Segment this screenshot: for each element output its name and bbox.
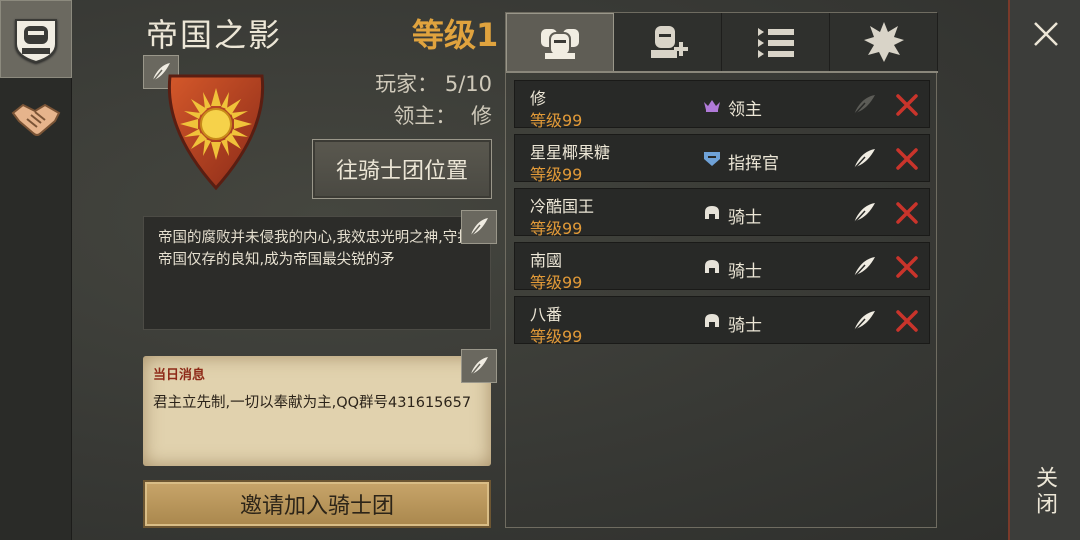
edit-member-quill-icon[interactable] [851,255,877,279]
crown-icon [703,97,721,113]
quill-icon [470,218,488,237]
tab-list[interactable] [722,13,830,71]
member-name: 星星椰果糖 [530,143,611,162]
member-name: 修 [530,89,547,108]
tab-recruit[interactable] [614,13,722,71]
notice-title: 当日消息 [153,368,206,383]
tab-members[interactable] [506,13,614,73]
edit-description-button[interactable] [461,210,497,244]
close-column[interactable]: 关闭 [1008,0,1080,540]
recruit-knight-icon [650,26,688,58]
member-level: 等级99 [530,111,583,130]
edit-member-quill-icon[interactable] [851,201,877,225]
list-icon [757,28,794,58]
guild-level: 等级1 [412,16,499,54]
invite-to-guild-button[interactable]: 邀请加入骑士团 [143,480,491,528]
member-role: 指挥官 [728,154,779,174]
helmet-icon [703,259,721,275]
quill-icon [470,357,488,376]
helmet-icon [703,205,721,221]
guild-name: 帝国之影 [146,16,283,54]
players-value: 5/10 [444,72,492,96]
notice-text: 君主立先制,一切以奉献为主,QQ群号431615657 [153,395,472,411]
member-level: 等级99 [530,219,583,238]
remove-member-icon[interactable] [895,255,919,279]
remove-member-icon[interactable] [895,147,919,171]
lord-value: 修 [471,104,492,128]
member-row[interactable]: 星星椰果糖等级99 指挥官 [514,134,930,184]
lord-label: 领主： [393,104,457,128]
member-row[interactable]: 南國等级99 骑士 [514,242,930,292]
member-level: 等级99 [530,327,583,346]
tab-underline [506,71,938,73]
guild-description: 帝国的腐败并未侵我的内心,我效忠光明之神,守护帝国仅存的良知,成为帝国最尖锐的矛 [143,216,491,330]
panel-tabs [506,13,938,73]
remove-member-icon[interactable] [895,201,919,225]
guild-description-text: 帝国的腐败并未侵我的内心,我效忠光明之神,守护帝国仅存的良知,成为帝国最尖锐的矛 [158,230,472,268]
players-count-line: 玩家： 5/10 [375,68,492,98]
guild-shield-icon [15,19,57,64]
member-level: 等级99 [530,165,583,184]
member-role: 骑士 [728,208,762,228]
goto-guild-location-button[interactable]: 往骑士团位置 [312,139,492,199]
emblem-star-icon [863,22,904,62]
left-rail [0,0,72,540]
member-name: 八番 [530,305,563,324]
players-label: 玩家： [375,72,439,96]
guild-crest-emblem [167,74,265,191]
members-helmets-icon [541,29,579,59]
edit-member-quill-icon[interactable] [851,309,877,333]
edit-notice-button[interactable] [461,349,497,383]
member-role: 骑士 [728,316,762,336]
daily-notice-parchment: 当日消息 君主立先制,一切以奉献为主,QQ群号431615657 [143,356,491,466]
lord-line: 领主： 修 [393,100,492,130]
edit-member-quill-icon [851,93,877,117]
alliance-tab-button[interactable] [0,80,72,158]
member-name: 冷酷国王 [530,197,595,216]
edit-member-quill-icon[interactable] [851,147,877,171]
commander-badge-icon [703,151,721,167]
member-row[interactable]: 修等级99 领主 [514,80,930,130]
close-icon[interactable] [1032,20,1060,48]
member-level: 等级99 [530,273,583,292]
member-row[interactable]: 八番等级99 骑士 [514,296,930,346]
member-role: 领主 [728,100,762,120]
helmet-icon [703,313,721,329]
member-role: 骑士 [728,262,762,282]
handshake-icon [11,103,61,136]
member-name: 南國 [530,251,563,270]
member-row[interactable]: 冷酷国王等级99 骑士 [514,188,930,238]
tab-emblem[interactable] [830,13,938,71]
remove-member-icon[interactable] [895,93,919,117]
guild-tab-button[interactable] [0,0,72,78]
remove-member-icon[interactable] [895,309,919,333]
close-label[interactable]: 关闭 [1032,466,1060,518]
